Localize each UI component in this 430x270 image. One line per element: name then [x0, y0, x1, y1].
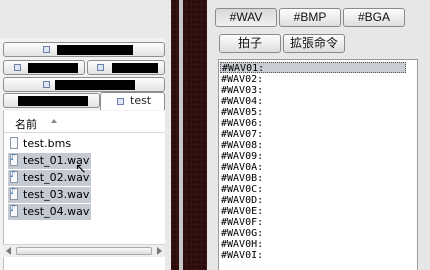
- folder-tab-1[interactable]: [3, 42, 165, 57]
- redacted-label: [28, 63, 78, 73]
- folder-tab-icon: [117, 98, 124, 105]
- wav-row[interactable]: #WAV07:: [221, 129, 263, 140]
- sort-ascending-icon: [51, 119, 57, 123]
- tab-test[interactable]: test: [100, 92, 165, 110]
- wav-row[interactable]: #WAV02:: [221, 74, 263, 85]
- definitions-panel: #WAV #BMP #BGA 拍子 拡張命令 #WAV01: #WAV02: #…: [207, 0, 430, 270]
- left-panel-header: [0, 0, 165, 38]
- redacted-label: [112, 63, 158, 73]
- audio-file-icon: [10, 170, 18, 183]
- folder-tab-3[interactable]: [87, 60, 165, 75]
- wav-row[interactable]: #WAV0I:: [221, 250, 263, 261]
- wav-row[interactable]: #WAV0H:: [221, 239, 263, 250]
- file-browser-panel: test 名前 test.bms test_01.wav test_02.wav…: [0, 0, 171, 270]
- folder-tab-icon: [97, 64, 104, 71]
- mouse-cursor-icon: ↖: [75, 161, 87, 177]
- list-item[interactable]: test_03.wav: [8, 187, 91, 203]
- wav-row[interactable]: #WAV0F:: [221, 217, 263, 228]
- file-name: test_04.wav: [23, 205, 90, 218]
- wav-row[interactable]: #WAV05:: [221, 107, 263, 118]
- audio-file-icon: [10, 204, 18, 217]
- tab-test-label: test: [130, 94, 152, 107]
- wav-row[interactable]: #WAV0D:: [221, 195, 263, 206]
- wav-row[interactable]: #WAV0A:: [221, 162, 263, 173]
- wav-row[interactable]: #WAV06:: [221, 118, 263, 129]
- redacted-label: [57, 45, 133, 55]
- file-name: test_03.wav: [23, 188, 90, 201]
- wav-row[interactable]: #WAV08:: [221, 140, 263, 151]
- list-header[interactable]: 名前: [4, 111, 166, 133]
- audio-file-icon: [10, 187, 18, 200]
- wav-row[interactable]: #WAV09:: [221, 151, 263, 162]
- wav-row[interactable]: #WAV04:: [221, 96, 263, 107]
- horizontal-scrollbar[interactable]: [3, 244, 165, 257]
- time-signature-button[interactable]: 拍子: [219, 34, 281, 53]
- bga-button[interactable]: #BGA: [343, 8, 405, 27]
- folder-tab-5[interactable]: [3, 93, 100, 108]
- scroll-left-icon[interactable]: [6, 247, 11, 255]
- name-column-header[interactable]: 名前: [15, 116, 37, 132]
- folder-tab-icon: [14, 64, 21, 71]
- wav-definition-list[interactable]: #WAV01: #WAV02: #WAV03: #WAV04: #WAV05: …: [218, 59, 418, 270]
- wav-row[interactable]: #WAV0G:: [221, 228, 263, 239]
- audio-file-icon: [10, 153, 18, 166]
- redacted-label: [18, 96, 88, 106]
- splitter-handle[interactable]: [179, 0, 183, 270]
- folder-tab-4[interactable]: [3, 77, 165, 92]
- folder-tab-icon: [43, 46, 50, 53]
- scroll-right-icon[interactable]: [157, 247, 162, 255]
- scrollbar-thumb[interactable]: [16, 247, 152, 255]
- file-icon: [10, 137, 18, 149]
- splitter[interactable]: [171, 0, 207, 270]
- wav-row[interactable]: #WAV03:: [221, 85, 263, 96]
- redacted-label: [55, 80, 135, 90]
- file-name: test.bms: [23, 137, 72, 150]
- wav-row[interactable]: #WAV0C:: [221, 184, 263, 195]
- folder-tab-icon: [43, 81, 50, 88]
- extended-commands-button[interactable]: 拡張命令: [283, 34, 345, 53]
- wav-button[interactable]: #WAV: [215, 8, 277, 27]
- wav-row[interactable]: #WAV0E:: [221, 206, 263, 217]
- folder-tab-2[interactable]: [3, 60, 85, 75]
- bmp-button[interactable]: #BMP: [279, 8, 341, 27]
- wav-row[interactable]: #WAV0B:: [221, 173, 263, 184]
- wav-row[interactable]: #WAV01:: [220, 62, 406, 74]
- list-item[interactable]: test_04.wav: [8, 204, 91, 220]
